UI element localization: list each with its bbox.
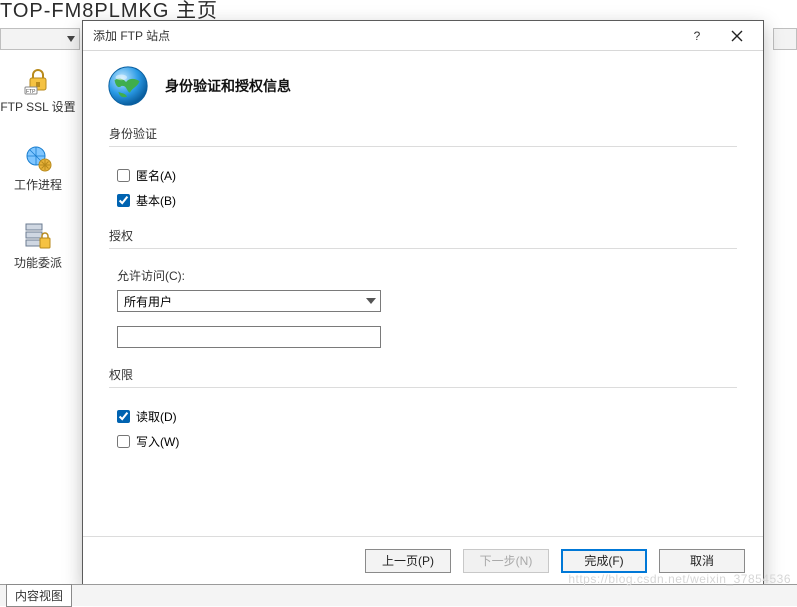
checkbox-basic[interactable]: 基本(B) — [117, 192, 737, 209]
checkbox-write-input[interactable] — [117, 435, 130, 448]
allow-access-select[interactable]: 所有用户 — [117, 290, 381, 312]
dialog-title: 添加 FTP 站点 — [93, 27, 677, 44]
checkbox-label: 读取(D) — [136, 408, 177, 425]
close-button[interactable] — [717, 22, 757, 50]
dialog-content: 身份验证 匿名(A) 基本(B) 授权 允许访问(C): 所有用户 — [83, 119, 763, 536]
checkbox-basic-input[interactable] — [117, 194, 130, 207]
select-value: 所有用户 — [124, 293, 172, 310]
globe-icon — [105, 63, 151, 109]
parent-icon-label: 功能委派 — [14, 256, 62, 270]
group-title: 权限 — [109, 366, 737, 388]
dialog-titlebar: 添加 FTP 站点 ? — [83, 21, 763, 51]
chevron-down-icon — [67, 36, 75, 42]
checkbox-label: 写入(W) — [136, 433, 179, 450]
checkbox-write[interactable]: 写入(W) — [117, 433, 737, 450]
prev-button[interactable]: 上一页(P) — [365, 549, 451, 573]
parent-icon-worker[interactable]: 工作进程 — [0, 142, 76, 192]
cancel-button[interactable]: 取消 — [659, 549, 745, 573]
globe-gear-icon — [22, 142, 54, 174]
dialog-header-title: 身份验证和授权信息 — [165, 76, 291, 96]
group-authentication: 身份验证 匿名(A) 基本(B) — [109, 125, 737, 209]
parent-icon-label: FTP SSL 设置 — [0, 100, 75, 114]
parent-toolbar-right[interactable] — [773, 28, 797, 50]
server-lock-icon — [22, 220, 54, 252]
group-authorization: 授权 允许访问(C): 所有用户 — [109, 227, 737, 348]
group-title: 身份验证 — [109, 125, 737, 147]
dialog-footer: 上一页(P) 下一步(N) 完成(F) 取消 — [83, 536, 763, 584]
help-icon: ? — [694, 29, 701, 43]
checkbox-anonymous[interactable]: 匿名(A) — [117, 167, 737, 184]
add-ftp-site-dialog: 添加 FTP 站点 ? 身份验证和授权信息 身份验证 — [82, 20, 764, 585]
parent-toolbar-dropdown[interactable] — [0, 28, 80, 50]
lock-ftp-icon: FTP — [22, 64, 54, 96]
checkbox-anonymous-input[interactable] — [117, 169, 130, 182]
allow-access-text[interactable] — [117, 326, 381, 348]
group-title: 授权 — [109, 227, 737, 249]
finish-button[interactable]: 完成(F) — [561, 549, 647, 573]
checkbox-label: 基本(B) — [136, 192, 176, 209]
dialog-header: 身份验证和授权信息 — [83, 51, 763, 119]
status-bar: 内容视图 — [0, 584, 797, 606]
allow-access-label: 允许访问(C): — [117, 267, 737, 284]
chevron-down-icon — [366, 298, 376, 304]
svg-text:FTP: FTP — [26, 89, 36, 95]
checkbox-read-input[interactable] — [117, 410, 130, 423]
checkbox-read[interactable]: 读取(D) — [117, 408, 737, 425]
parent-icon-ftp-ssl[interactable]: FTP FTP SSL 设置 — [0, 64, 76, 114]
checkbox-label: 匿名(A) — [136, 167, 176, 184]
help-button[interactable]: ? — [677, 22, 717, 50]
parent-icon-delegation[interactable]: 功能委派 — [0, 220, 76, 270]
status-tab-content-view[interactable]: 内容视图 — [6, 584, 72, 607]
next-button: 下一步(N) — [463, 549, 549, 573]
close-icon — [731, 30, 743, 42]
parent-icon-label: 工作进程 — [14, 178, 62, 192]
group-permissions: 权限 读取(D) 写入(W) — [109, 366, 737, 450]
